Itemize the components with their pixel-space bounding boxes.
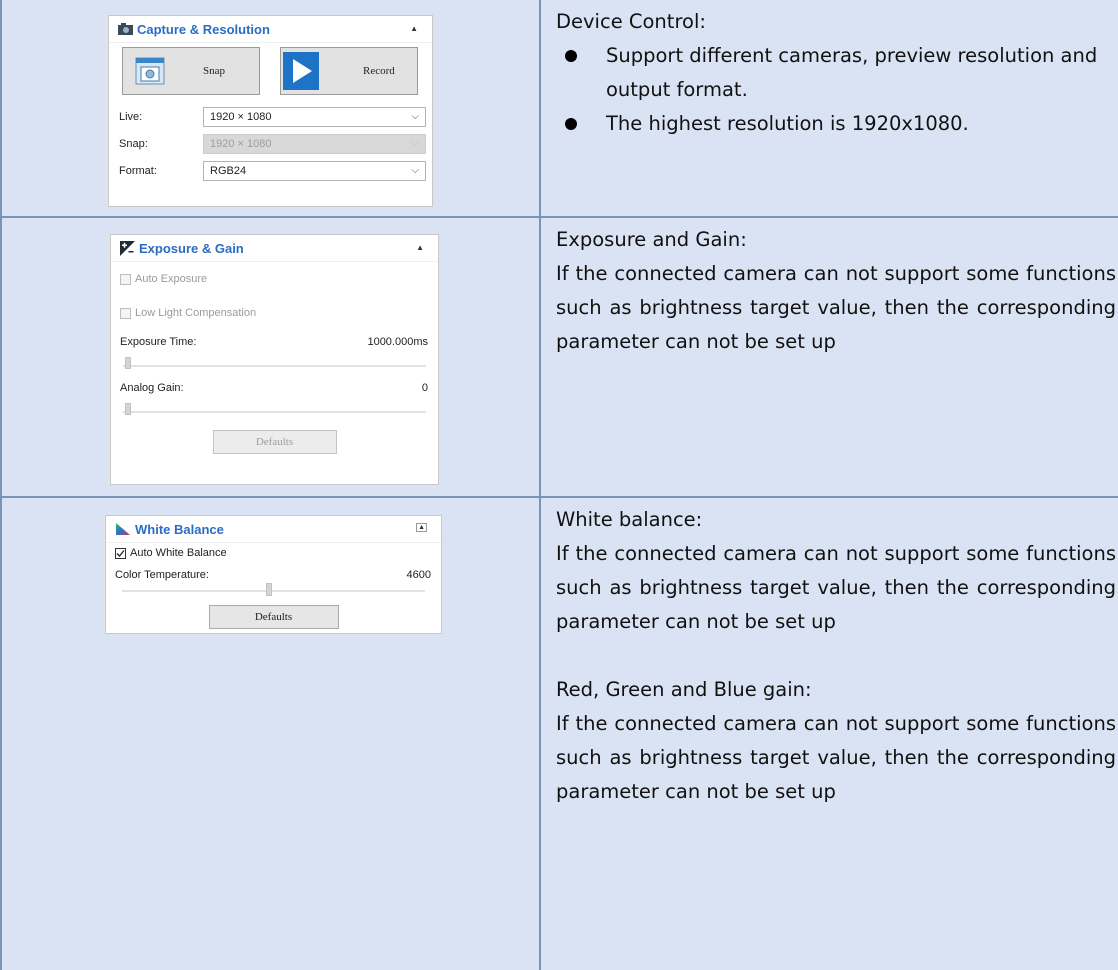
auto-exposure-checkbox[interactable]: Auto Exposure: [111, 262, 438, 296]
chevron-down-icon: ⌵: [411, 111, 419, 122]
device-control-title: Device Control:: [556, 10, 706, 33]
collapse-icon[interactable]: ▲: [410, 24, 418, 33]
auto-white-balance-label: Auto White Balance: [130, 547, 227, 559]
panel-header: Exposure & Gain ▲: [111, 235, 438, 262]
low-light-label: Low Light Compensation: [135, 307, 257, 319]
auto-white-balance-checkbox[interactable]: Auto White Balance: [106, 543, 441, 563]
rgb-gain-description: If the connected camera can not support …: [556, 712, 1116, 803]
device-control-list: Support different cameras, preview resol…: [556, 39, 1118, 141]
low-light-checkbox[interactable]: Low Light Compensation: [111, 296, 438, 330]
exposure-description: If the connected camera can not support …: [556, 262, 1116, 353]
analog-gain-value: 0: [421, 382, 428, 394]
camera-icon: [118, 23, 133, 35]
description-cell: Exposure and Gain: If the connected came…: [539, 216, 1118, 498]
panel-cell: White Balance ▲ Auto White Balance Color…: [0, 496, 541, 970]
color-triangle-icon: [116, 523, 130, 535]
analog-gain-label: Analog Gain:: [120, 382, 184, 394]
white-balance-title: White balance:: [556, 508, 703, 531]
defaults-button[interactable]: Defaults: [208, 605, 339, 629]
list-item: The highest resolution is 1920x1080.: [556, 107, 1118, 141]
description-cell: Device Control: Support different camera…: [539, 0, 1118, 218]
checkbox-box: [120, 307, 131, 319]
record-button[interactable]: Record: [280, 47, 418, 95]
collapse-icon[interactable]: ▲: [416, 523, 427, 532]
panel-title: White Balance: [135, 521, 224, 537]
defaults-button[interactable]: Defaults: [212, 430, 337, 454]
snap-resolution-select[interactable]: 1920 × 1080 ⌵: [203, 133, 426, 154]
checkbox-box: [115, 547, 126, 559]
description-cell: White balance: If the connected camera c…: [539, 496, 1118, 970]
slider-thumb[interactable]: [125, 403, 131, 415]
chevron-down-icon: ⌵: [411, 165, 419, 176]
exposure-time-value: 1000.000ms: [367, 336, 428, 348]
slider-thumb[interactable]: [125, 357, 131, 369]
snap-resolution-value: 1920 × 1080: [210, 137, 272, 150]
row-white-balance: White Balance ▲ Auto White Balance Color…: [0, 496, 1118, 970]
snap-label: Snap: [203, 65, 225, 77]
auto-exposure-label: Auto Exposure: [135, 273, 208, 285]
play-icon: [283, 52, 319, 90]
record-label: Record: [363, 65, 395, 77]
rgb-gain-title: Red, Green and Blue gain:: [556, 678, 812, 701]
color-temperature-value: 4600: [406, 569, 431, 581]
exposure-time-label: Exposure Time:: [120, 336, 197, 348]
white-balance-panel: White Balance ▲ Auto White Balance Color…: [105, 515, 442, 634]
color-temperature-label: Color Temperature:: [115, 569, 209, 581]
live-label: Live:: [119, 110, 143, 123]
checkbox-box: [120, 273, 131, 285]
color-temperature-slider[interactable]: [122, 581, 425, 601]
format-label: Format:: [119, 164, 157, 177]
chevron-down-icon: ⌵: [411, 138, 419, 149]
panel-cell: Exposure & Gain ▲ Auto Exposure Low Ligh…: [0, 216, 541, 498]
list-item-text: Support different cameras, preview resol…: [606, 44, 1098, 101]
format-value: RGB24: [210, 164, 247, 177]
panel-title: Exposure & Gain: [139, 240, 244, 256]
settings-table: Capture & Resolution ▲ Snap Record Live:…: [0, 0, 1118, 970]
panel-title: Capture & Resolution: [137, 21, 270, 37]
snap-button[interactable]: Snap: [122, 47, 260, 95]
panel-cell: Capture & Resolution ▲ Snap Record Live:…: [0, 0, 541, 218]
snapshot-icon: [135, 57, 165, 85]
row-exposure-gain: Exposure & Gain ▲ Auto Exposure Low Ligh…: [0, 216, 1118, 498]
format-select[interactable]: RGB24 ⌵: [203, 160, 426, 181]
checkmark-icon: [116, 549, 125, 557]
bullet-icon: [565, 50, 577, 62]
analog-gain-slider[interactable]: [123, 398, 426, 424]
white-balance-description: If the connected camera can not support …: [556, 542, 1116, 633]
exposure-title: Exposure and Gain:: [556, 228, 747, 251]
panel-header: Capture & Resolution ▲: [109, 16, 432, 43]
exposure-time-slider[interactable]: [123, 352, 426, 378]
list-item: Support different cameras, preview resol…: [556, 39, 1118, 107]
exposure-icon: [120, 240, 135, 256]
slider-thumb[interactable]: [266, 583, 272, 596]
capture-resolution-panel: Capture & Resolution ▲ Snap Record Live:…: [108, 15, 433, 207]
panel-header: White Balance ▲: [106, 516, 441, 543]
collapse-icon[interactable]: ▲: [416, 243, 424, 252]
bullet-icon: [565, 118, 577, 130]
live-resolution-select[interactable]: 1920 × 1080 ⌵: [203, 106, 426, 127]
row-device-control: Capture & Resolution ▲ Snap Record Live:…: [0, 0, 1118, 218]
live-resolution-value: 1920 × 1080: [210, 110, 272, 123]
snap-resolution-label: Snap:: [119, 137, 148, 150]
list-item-text: The highest resolution is 1920x1080.: [606, 112, 969, 135]
exposure-gain-panel: Exposure & Gain ▲ Auto Exposure Low Ligh…: [110, 234, 439, 485]
